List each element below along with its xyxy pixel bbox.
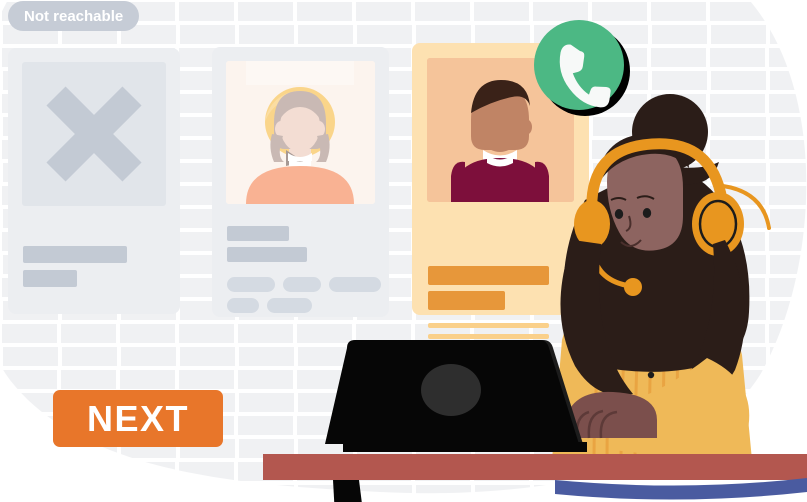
headset-mic-tip [624, 278, 642, 296]
agent-illustration [263, 94, 807, 502]
shirt-button [647, 371, 655, 379]
laptop-base [343, 442, 587, 452]
contact-card-unreachable[interactable] [8, 48, 180, 314]
card-text-bar-secondary [23, 270, 77, 287]
close-x-icon [46, 86, 142, 182]
desk-surface [263, 454, 807, 480]
next-button[interactable]: NEXT [53, 390, 223, 447]
card-photo-placeholder [22, 62, 166, 206]
card-text-bar-primary [23, 246, 127, 263]
laptop-logo [421, 364, 481, 416]
next-button-label: NEXT [86, 397, 189, 439]
illustration-canvas: NEXT Not reachable [0, 0, 807, 502]
status-badge-label: Not reachable [24, 7, 124, 25]
desk-leg [333, 480, 362, 502]
agent-eye-left [614, 209, 624, 219]
floor-strip [555, 478, 807, 500]
status-badge-not-reachable: Not reachable [8, 1, 140, 31]
agent-eye-right [642, 208, 652, 218]
